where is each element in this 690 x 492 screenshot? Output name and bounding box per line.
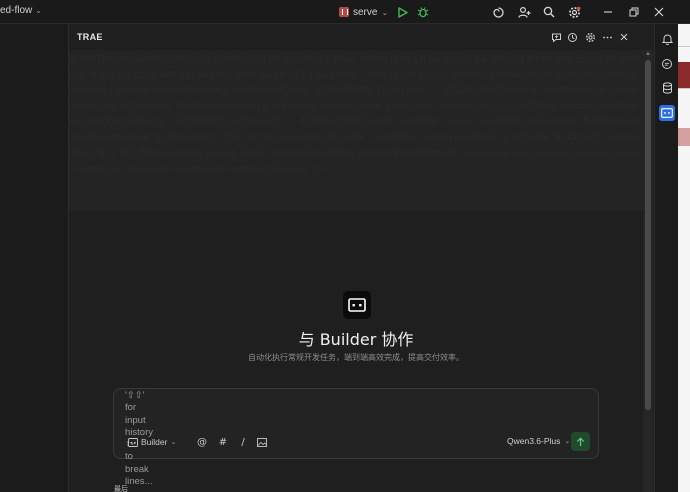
chevron-down-icon: ⌄ (381, 7, 389, 17)
injected-script-main: globalThis.acquireVsCodeApi = (function(… (69, 54, 643, 159)
bell-icon[interactable] (659, 31, 675, 47)
arrow-up-icon (576, 436, 585, 446)
run-config-icon (339, 7, 349, 17)
model-selector[interactable]: Qwen3.6-Plus ⌄ (507, 436, 570, 446)
ai-spiral-icon[interactable] (490, 4, 506, 20)
chevron-down-icon: ⌄ (35, 6, 42, 15)
close-panel-icon[interactable] (617, 30, 631, 44)
agent-mode-label: Builder (141, 437, 168, 447)
panel-title: TRAE (77, 32, 103, 42)
context-button[interactable]: # (216, 435, 230, 449)
restore-icon[interactable] (626, 4, 642, 20)
scroll-up-icon[interactable]: ▲ (645, 51, 651, 57)
run-icon[interactable] (394, 4, 410, 20)
placeholder-line: '⇧⇧' (125, 390, 145, 401)
injected-script-text: globalThis.acquireVsCodeApi = (function(… (69, 50, 643, 210)
panel-scrollbar[interactable]: ▲ (643, 50, 653, 492)
new-chat-icon[interactable] (549, 30, 563, 44)
model-label: Qwen3.6-Plus (507, 436, 561, 446)
image-upload-icon[interactable] (255, 435, 269, 449)
chevron-down-icon: ⌄ (564, 438, 571, 445)
send-button[interactable] (571, 432, 590, 451)
add-user-icon[interactable] (516, 4, 532, 20)
agent-mode-selector[interactable]: Builder ⌄ (128, 435, 176, 449)
hero-title: 与 Builder 协作 (298, 330, 414, 349)
close-icon[interactable] (651, 4, 667, 20)
database-icon[interactable] (659, 80, 675, 96)
history-icon[interactable] (565, 30, 579, 44)
placeholder-line: to (125, 451, 133, 463)
placeholder-line: lines... (125, 476, 153, 488)
background-window-edge (678, 24, 690, 492)
command-button[interactable]: / (236, 435, 250, 449)
trae-logo-icon (343, 291, 371, 319)
debug-icon[interactable] (415, 4, 431, 20)
more-icon[interactable] (600, 30, 614, 44)
project-name: ed-flow (0, 5, 33, 16)
placeholder-line: break (125, 463, 149, 475)
chevron-down-icon: ⌄ (170, 439, 177, 446)
mention-button[interactable]: @ (195, 435, 209, 449)
chat-input-box[interactable]: '⇧⇧' for input history ⇧↵ to break lines… (113, 388, 599, 487)
chat-icon[interactable] (659, 56, 675, 72)
builder-icon (128, 437, 138, 447)
settings-icon[interactable] (566, 4, 582, 20)
run-config-selector[interactable]: serve ⌄ (339, 4, 388, 20)
run-config-label: serve (353, 6, 378, 18)
settings-icon[interactable] (583, 30, 597, 44)
minimize-icon[interactable] (600, 4, 616, 20)
bottom-overflow-text: 最后 (114, 485, 128, 492)
hero-subtitle: 自动化执行常规开发任务，端到端高效完成，提高交付效率。 (248, 353, 464, 362)
placeholder-line: for (125, 402, 137, 414)
trae-panel: TRAE globalThis.acquireVsCodeApi = (func… (68, 24, 654, 492)
editor-background (0, 24, 68, 492)
project-switcher[interactable]: ed-flow ⌄ (0, 5, 42, 16)
trae-panel-icon[interactable] (659, 105, 675, 121)
title-bar: ed-flow ⌄ serve ⌄ (0, 0, 690, 24)
search-icon[interactable] (541, 4, 557, 20)
placeholder-line: input (125, 414, 146, 426)
scrollbar-thumb[interactable] (645, 60, 651, 410)
right-tool-strip (654, 24, 678, 492)
